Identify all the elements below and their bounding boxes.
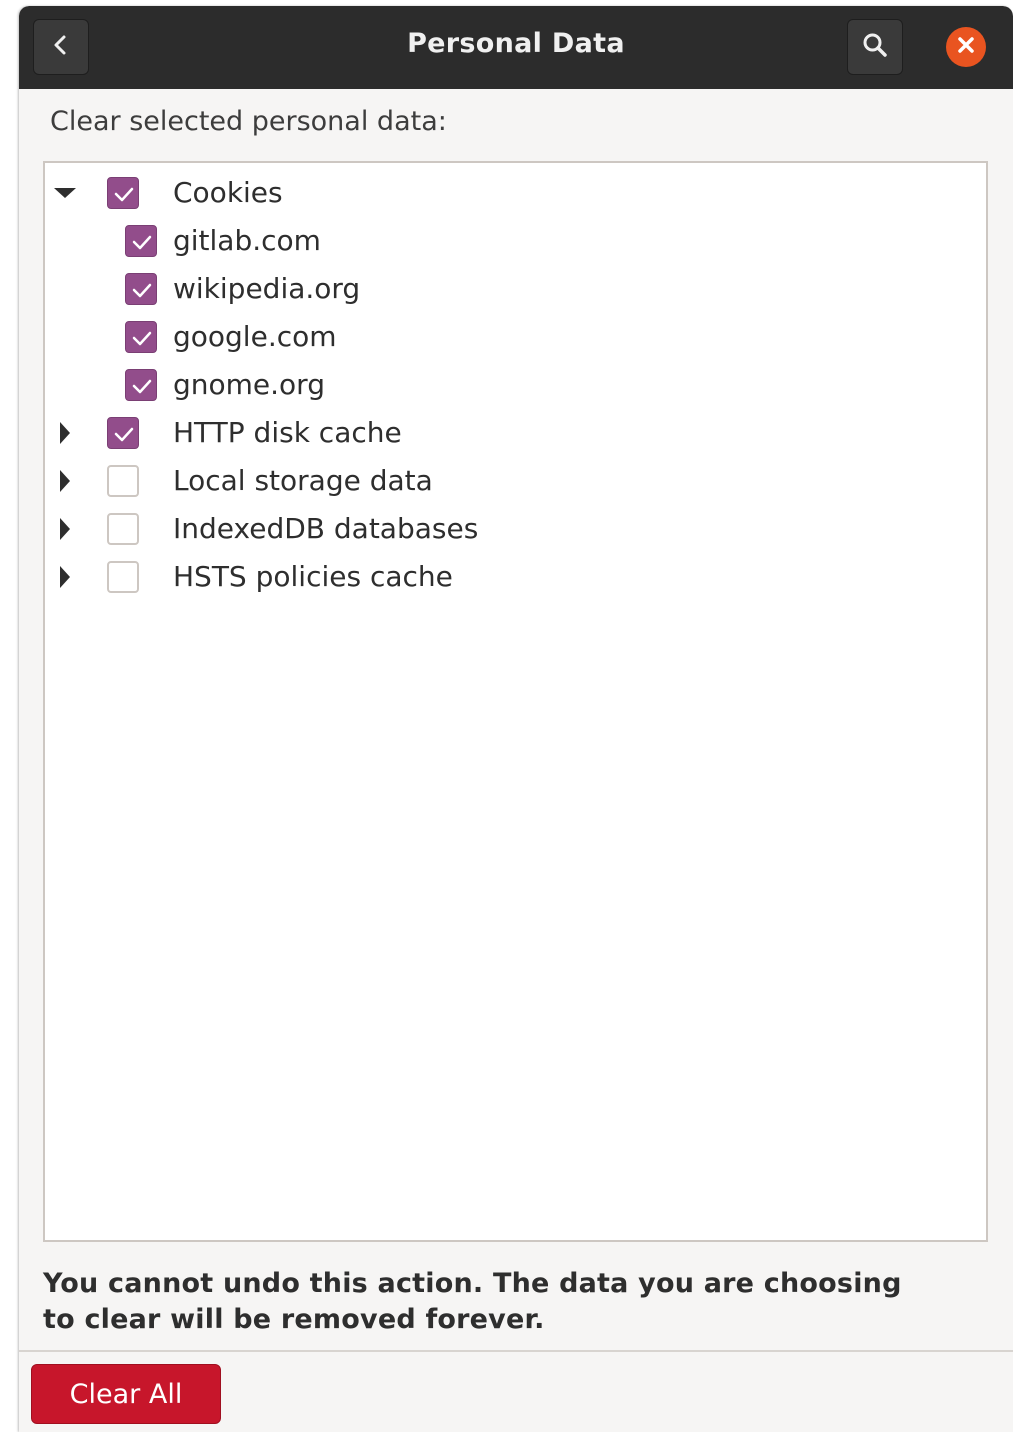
tree-row[interactable]: Cookies [45, 169, 986, 217]
tree-row-label: wikipedia.org [173, 272, 361, 305]
footer-divider [19, 1350, 1013, 1352]
close-button[interactable] [946, 27, 986, 67]
tree-row-label: HTTP disk cache [173, 416, 402, 449]
tree-row-label: Cookies [173, 176, 283, 209]
warning-line-2: to clear will be removed forever. [43, 1304, 545, 1335]
checkbox[interactable] [107, 177, 139, 209]
close-icon [957, 36, 975, 58]
tree-row[interactable]: HTTP disk cache [45, 409, 986, 457]
checkbox[interactable] [125, 225, 157, 257]
header-bar: Personal Data [19, 6, 1013, 89]
checkbox[interactable] [125, 369, 157, 401]
personal-data-dialog: Personal Data Clear selected personal da… [19, 6, 1013, 1432]
tree-row-label: google.com [173, 320, 337, 353]
dialog-subtitle: Clear selected personal data: [50, 106, 447, 137]
tree-row-label: IndexedDB databases [173, 512, 479, 545]
warning-message: You cannot undo this action. The data yo… [43, 1266, 983, 1338]
expander-right-icon[interactable] [53, 421, 77, 445]
warning-line-1: You cannot undo this action. The data yo… [43, 1268, 902, 1299]
personal-data-tree[interactable]: Cookies gitlab.com wikipedia.org google.com… [43, 161, 988, 1242]
tree-row[interactable]: HSTS policies cache [45, 553, 986, 601]
tree-row-label: gitlab.com [173, 224, 321, 257]
tree-row-label: Local storage data [173, 464, 433, 497]
tree-row[interactable]: google.com [45, 313, 986, 361]
search-icon [861, 31, 889, 63]
clear-all-button[interactable]: Clear All [31, 1364, 221, 1424]
tree-row[interactable]: gnome.org [45, 361, 986, 409]
expander-right-icon[interactable] [53, 517, 77, 541]
tree-row[interactable]: Local storage data [45, 457, 986, 505]
expander-down-icon[interactable] [53, 181, 77, 205]
tree-row[interactable]: wikipedia.org [45, 265, 986, 313]
tree-row[interactable]: gitlab.com [45, 217, 986, 265]
tree-row-label: HSTS policies cache [173, 560, 453, 593]
checkbox[interactable] [125, 273, 157, 305]
tree-row-label: gnome.org [173, 368, 325, 401]
checkbox[interactable] [107, 513, 139, 545]
tree-row[interactable]: IndexedDB databases [45, 505, 986, 553]
expander-right-icon[interactable] [53, 469, 77, 493]
checkbox[interactable] [107, 561, 139, 593]
expander-right-icon[interactable] [53, 565, 77, 589]
checkbox[interactable] [107, 465, 139, 497]
checkbox[interactable] [107, 417, 139, 449]
checkbox[interactable] [125, 321, 157, 353]
search-button[interactable] [847, 19, 903, 75]
